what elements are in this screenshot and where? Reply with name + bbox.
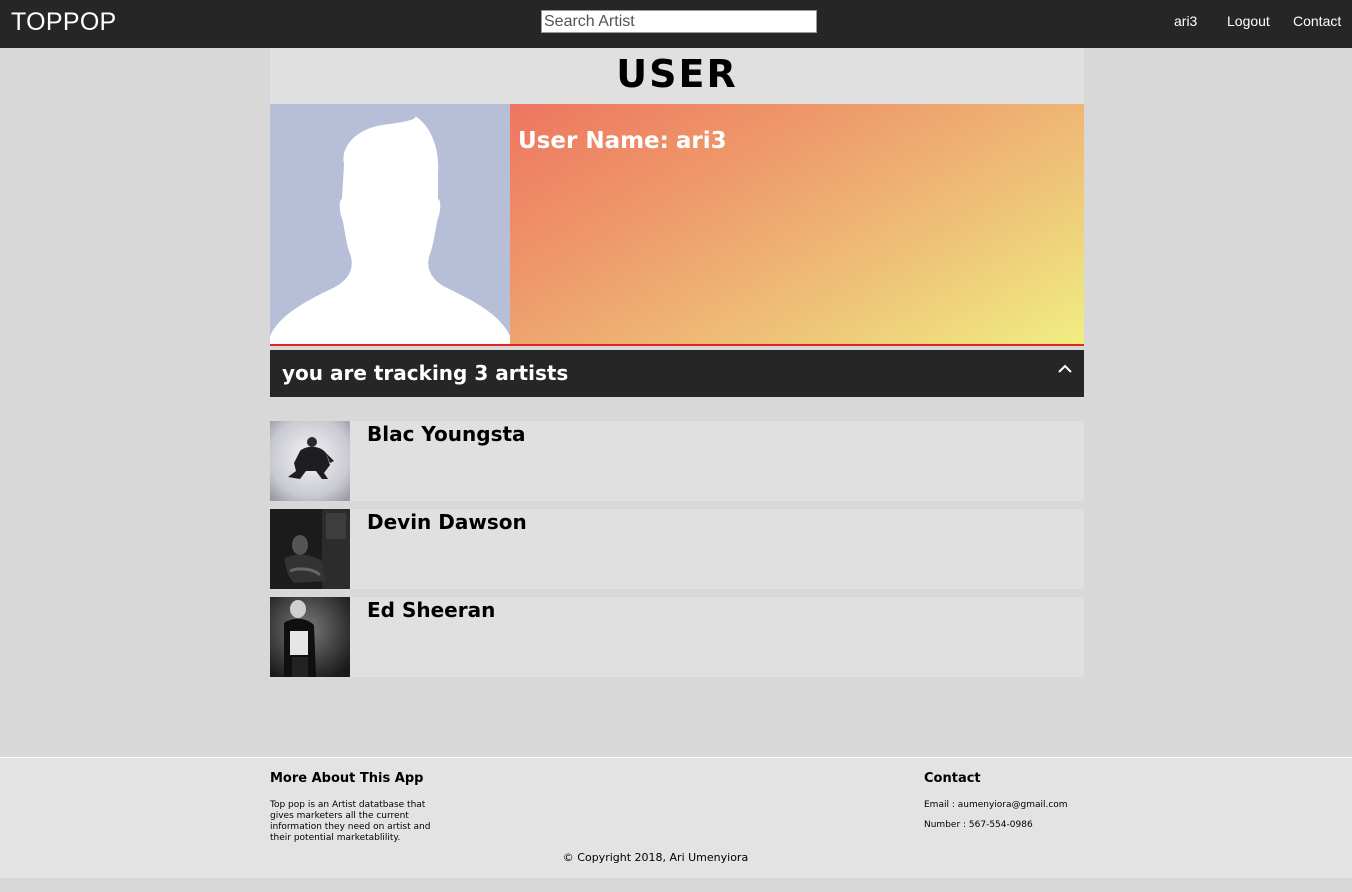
nav-user-link[interactable]: ari3 xyxy=(1174,13,1197,29)
artist-photo xyxy=(270,421,350,501)
user-name-line: User Name: ari3 xyxy=(518,128,727,154)
artist-list-item[interactable]: Devin Dawson xyxy=(270,509,1084,589)
search-artist-input[interactable] xyxy=(541,10,817,33)
footer-phone: Number : 567-554-0986 xyxy=(924,820,1033,830)
artist-list-item[interactable]: Ed Sheeran xyxy=(270,597,1084,677)
footer-about-text: Top pop is an Artist datatbase that give… xyxy=(270,800,431,843)
footer-contact-heading: Contact xyxy=(924,771,981,786)
profile-info-panel: User Name: ari3 xyxy=(510,104,1084,344)
bottom-strip xyxy=(0,878,1352,892)
default-avatar-icon xyxy=(270,116,510,344)
user-name-label: User Name: xyxy=(518,128,669,154)
footer-about-heading: More About This App xyxy=(270,771,424,786)
page-footer: More About This App Top pop is an Artist… xyxy=(0,757,1352,878)
top-navbar: TOPPOP ari3 Logout Contact xyxy=(0,0,1352,48)
artist-photo xyxy=(270,597,350,677)
footer-email: Email : aumenyiora@gmail.com xyxy=(924,800,1068,810)
tracking-accordion-header[interactable]: you are tracking 3 artists xyxy=(270,350,1084,397)
avatar xyxy=(270,104,510,344)
artist-list-item[interactable]: Blac Youngsta xyxy=(270,421,1084,501)
artist-name: Devin Dawson xyxy=(367,510,527,534)
nav-contact-link[interactable]: Contact xyxy=(1293,13,1341,29)
artist-name: Blac Youngsta xyxy=(367,422,526,446)
nav-logout-link[interactable]: Logout xyxy=(1227,13,1270,29)
footer-copyright: © Copyright 2018, Ari Umenyiora xyxy=(562,851,749,864)
chevron-up-icon[interactable] xyxy=(1057,362,1073,376)
tracking-summary: you are tracking 3 artists xyxy=(282,361,569,385)
user-profile-card: User Name: ari3 xyxy=(270,104,1084,346)
page-title: USER xyxy=(270,48,1084,104)
artist-name: Ed Sheeran xyxy=(367,598,496,622)
artist-photo xyxy=(270,509,350,589)
brand-logo[interactable]: TOPPOP xyxy=(11,8,117,37)
user-name-value: ari3 xyxy=(675,128,727,154)
